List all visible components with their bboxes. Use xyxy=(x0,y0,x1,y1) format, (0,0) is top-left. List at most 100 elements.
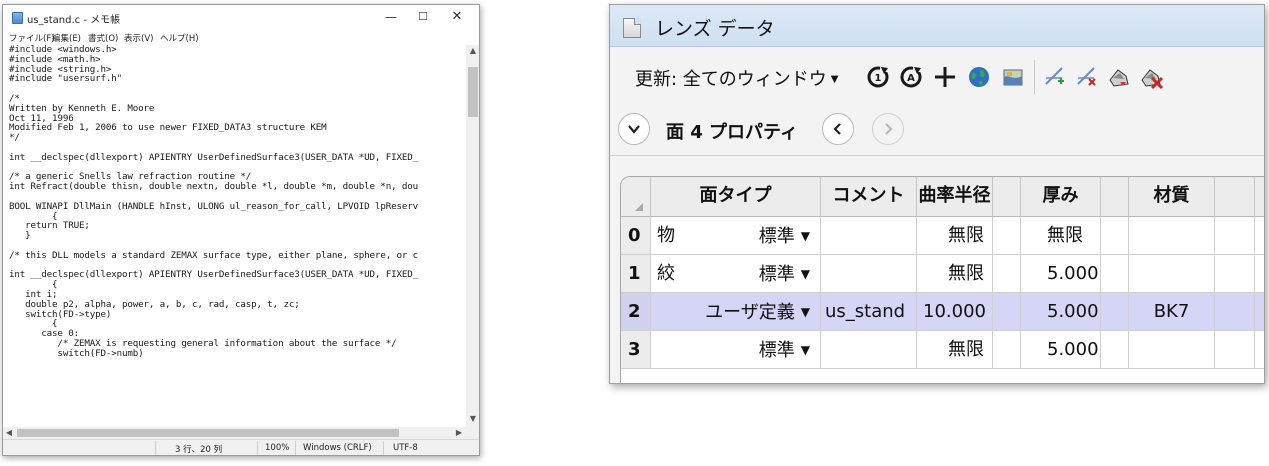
material-solve-cell[interactable] xyxy=(1215,255,1255,293)
grid-corner-cell[interactable] xyxy=(621,177,651,217)
thickness-solve-cell[interactable] xyxy=(1101,293,1129,331)
scroll-down-arrow-icon[interactable]: ▼ xyxy=(466,413,479,425)
chevron-down-icon[interactable]: ▼ xyxy=(801,305,810,319)
surface-type-cell[interactable]: ユーザ定義 ▼ xyxy=(651,293,821,331)
next-cell[interactable] xyxy=(1255,217,1264,255)
thickness-cell[interactable]: 無限 xyxy=(1021,217,1101,255)
remove-pickup-icon[interactable] xyxy=(1074,64,1100,90)
code-line: switch(FD->numb) xyxy=(9,347,144,359)
notepad-text-area[interactable]: #include <windows.h> #include <math.h> #in… xyxy=(9,45,464,425)
material-solve-cell[interactable] xyxy=(1215,331,1255,369)
column-header-surface-type[interactable]: 面タイプ xyxy=(651,177,821,217)
thickness-cell[interactable]: 5.000 xyxy=(1021,293,1101,331)
column-header-thickness[interactable]: 厚み xyxy=(1021,177,1101,217)
lens-data-grid: 面タイプ コメント 曲率半径 厚み 材質 0 物 標準 ▼ 無限 無限 1 絞 … xyxy=(620,176,1264,383)
vertical-scrollbar[interactable]: ▲ ▼ xyxy=(466,45,479,427)
expand-properties-button[interactable] xyxy=(618,113,650,145)
next-cell[interactable] xyxy=(1255,255,1264,293)
radius-cell[interactable]: 無限 xyxy=(917,217,993,255)
radius-solve-cell[interactable] xyxy=(993,255,1021,293)
menu-format[interactable]: 書式(O) xyxy=(88,32,118,44)
material-solve-cell[interactable] xyxy=(1215,217,1255,255)
menu-view[interactable]: 表示(V) xyxy=(124,32,153,44)
comment-cell[interactable] xyxy=(821,255,917,293)
scrollbar-corner xyxy=(466,427,479,439)
surface-type-cell[interactable]: 標準 ▼ xyxy=(651,331,821,369)
column-header-material-solve[interactable] xyxy=(1215,177,1255,217)
update-dropdown[interactable]: 更新: 全てのウィンドウ ▼ xyxy=(635,65,839,91)
row-number[interactable]: 2 xyxy=(621,293,651,331)
scroll-up-arrow-icon[interactable]: ▲ xyxy=(466,45,479,57)
radius-cell[interactable]: 10.000 xyxy=(917,293,993,331)
horizontal-scroll-thumb[interactable] xyxy=(17,429,399,437)
table-row[interactable]: 0 物 標準 ▼ 無限 無限 xyxy=(621,217,1264,255)
map-icon[interactable] xyxy=(1000,64,1026,90)
insert-surface-icon[interactable] xyxy=(932,64,958,90)
radius-solve-cell[interactable] xyxy=(993,293,1021,331)
vertical-scroll-thumb[interactable] xyxy=(468,67,478,117)
material-cell[interactable] xyxy=(1129,255,1215,293)
table-row-selected[interactable]: 2 ユーザ定義 ▼ us_stand 10.000 5.000 BK7 xyxy=(621,293,1264,331)
surface-properties-label: 面 4 プロパティ xyxy=(666,122,798,143)
chevron-down-icon[interactable]: ▼ xyxy=(801,229,810,243)
column-header-comment[interactable]: コメント xyxy=(821,177,917,217)
menu-help[interactable]: ヘルプ(H) xyxy=(160,32,199,44)
minimize-button[interactable]: — xyxy=(375,7,407,27)
material-cell[interactable] xyxy=(1129,331,1215,369)
thickness-cell[interactable]: 5.000 xyxy=(1021,255,1101,293)
code-line: /* this DLL models a standard ZEMAX surf… xyxy=(9,249,418,261)
refresh-all-icon[interactable]: A xyxy=(898,64,924,90)
radius-solve-cell[interactable] xyxy=(993,217,1021,255)
thickness-cell[interactable]: 5.000 xyxy=(1021,331,1101,369)
material-cell[interactable]: BK7 xyxy=(1129,293,1215,331)
column-header-next[interactable] xyxy=(1255,177,1264,217)
radius-cell[interactable]: 無限 xyxy=(917,255,993,293)
comment-cell[interactable] xyxy=(821,217,917,255)
scroll-right-arrow-icon[interactable]: ▶ xyxy=(453,427,465,439)
material-solve-cell[interactable] xyxy=(1215,293,1255,331)
convert-surface-icon[interactable] xyxy=(1106,64,1132,90)
lens-data-window: レンズ データ 更新: 全てのウィンドウ ▼ 1 A 面 4 プロパティ 面タイ… xyxy=(609,4,1265,384)
table-row[interactable]: 3 標準 ▼ 無限 5.000 xyxy=(621,331,1264,369)
chevron-down-icon[interactable]: ▼ xyxy=(801,267,810,281)
close-button[interactable]: ✕ xyxy=(441,7,473,27)
thickness-solve-cell[interactable] xyxy=(1101,217,1129,255)
menu-file[interactable]: ファイル(F) xyxy=(9,32,55,44)
menu-edit[interactable]: 編集(E) xyxy=(52,32,81,44)
table-row[interactable]: 1 絞 標準 ▼ 無限 5.000 xyxy=(621,255,1264,293)
comment-cell[interactable]: us_stand xyxy=(821,293,917,331)
code-line: return TRUE; xyxy=(9,220,90,232)
comment-cell[interactable] xyxy=(821,331,917,369)
horizontal-scrollbar[interactable]: ◀ ▶ xyxy=(3,427,466,439)
column-header-thickness-solve[interactable] xyxy=(1101,177,1129,217)
material-cell[interactable] xyxy=(1129,217,1215,255)
chevron-down-icon[interactable]: ▼ xyxy=(801,343,810,357)
lens-data-toolbar: 更新: 全てのウィンドウ ▼ 1 A xyxy=(610,48,1264,106)
radius-cell[interactable]: 無限 xyxy=(917,331,993,369)
next-cell[interactable] xyxy=(1255,331,1264,369)
radius-solve-cell[interactable] xyxy=(993,331,1021,369)
maximize-button[interactable]: ☐ xyxy=(407,7,439,27)
row-number[interactable]: 0 xyxy=(621,217,651,255)
next-cell[interactable] xyxy=(1255,293,1264,331)
column-header-radius[interactable]: 曲率半径 xyxy=(917,177,993,217)
column-header-radius-solve[interactable] xyxy=(993,177,1021,217)
add-pickup-icon[interactable] xyxy=(1042,64,1068,90)
globe-icon[interactable] xyxy=(966,64,992,90)
column-header-material[interactable]: 材質 xyxy=(1129,177,1215,217)
surface-type-value: ユーザ定義 xyxy=(705,302,795,323)
thickness-solve-cell[interactable] xyxy=(1101,331,1129,369)
row-number[interactable]: 1 xyxy=(621,255,651,293)
thickness-solve-cell[interactable] xyxy=(1101,255,1129,293)
surface-type-cell[interactable]: 絞 標準 ▼ xyxy=(651,255,821,293)
notepad-titlebar[interactable]: us_stand.c - メモ帳 — ☐ ✕ xyxy=(3,5,479,31)
delete-surface-icon[interactable] xyxy=(1138,64,1164,90)
scroll-left-arrow-icon[interactable]: ◀ xyxy=(3,427,15,439)
lens-data-titlebar[interactable]: レンズ データ xyxy=(610,5,1264,47)
previous-surface-button[interactable] xyxy=(822,113,854,145)
surface-type-cell[interactable]: 物 標準 ▼ xyxy=(651,217,821,255)
row-number[interactable]: 3 xyxy=(621,331,651,369)
next-surface-button[interactable] xyxy=(872,113,904,145)
refresh-one-icon[interactable]: 1 xyxy=(865,64,891,90)
status-divider xyxy=(155,441,156,455)
